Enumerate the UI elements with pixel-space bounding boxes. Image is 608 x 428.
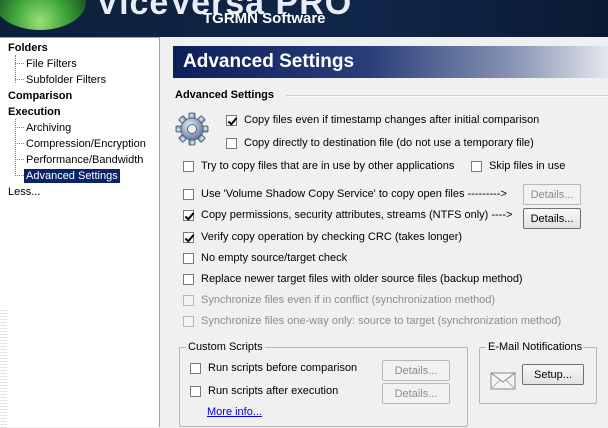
app-banner: ViceVersa PRO TGRMN Software <box>0 0 608 37</box>
verify-crc-checkbox[interactable] <box>183 231 194 243</box>
tree-item-subfolder-filters[interactable]: Subfolder Filters <box>26 73 106 87</box>
copy-directly-checkbox[interactable] <box>226 137 237 149</box>
vss-details-button[interactable]: Details... <box>523 184 581 205</box>
vss-option[interactable]: Use 'Volume Shadow Copy Service' to copy… <box>183 188 507 200</box>
tree-connector <box>15 79 24 80</box>
tree-scroll-track <box>0 308 7 428</box>
verify-crc-option[interactable]: Verify copy operation by checking CRC (t… <box>183 231 462 243</box>
sync-oneway-option: Synchronize files one-way only: source t… <box>183 315 561 327</box>
copy-timestamp-option[interactable]: Copy files even if timestamp changes aft… <box>226 114 539 126</box>
copy-in-use-checkbox[interactable] <box>183 160 194 172</box>
app-logo-icon <box>0 0 86 30</box>
tree-item-less[interactable]: Less... <box>8 185 40 199</box>
tree-item-execution[interactable]: Execution <box>8 105 61 119</box>
section-header: Advanced Settings <box>173 46 608 78</box>
sync-oneway-label: Synchronize files one-way only: source t… <box>201 315 562 327</box>
email-setup-button[interactable]: Setup... <box>522 364 584 385</box>
vss-checkbox[interactable] <box>183 188 194 200</box>
no-empty-check-checkbox[interactable] <box>183 252 194 264</box>
run-after-label: Run scripts after execution <box>208 385 339 397</box>
sync-conflict-checkbox <box>183 294 194 306</box>
custom-scripts-legend: Custom Scripts <box>186 341 265 353</box>
replace-newer-checkbox[interactable] <box>183 273 194 285</box>
verify-crc-label: Verify copy operation by checking CRC (t… <box>201 231 463 243</box>
sync-conflict-option: Synchronize files even if in conflict (s… <box>183 294 495 306</box>
copy-permissions-option[interactable]: Copy permissions, security attributes, s… <box>183 209 512 221</box>
tree-item-advanced-settings[interactable]: Advanced Settings <box>24 169 120 183</box>
tree-item-file-filters[interactable]: File Filters <box>26 57 77 71</box>
run-before-checkbox[interactable] <box>190 362 201 374</box>
group-divider <box>286 95 608 97</box>
copy-timestamp-label: Copy files even if timestamp changes aft… <box>244 114 540 126</box>
copy-directly-option[interactable]: Copy directly to destination file (do no… <box>226 137 534 149</box>
replace-newer-label: Replace newer target files with older so… <box>201 273 523 285</box>
email-notifications-group: E-Mail Notifications Setup... <box>479 341 597 404</box>
gear-icon <box>175 112 209 146</box>
group-title: Advanced Settings <box>175 89 275 101</box>
tree-connector <box>15 175 24 176</box>
more-info-link[interactable]: More info... <box>207 406 262 418</box>
no-empty-check-option[interactable]: No empty source/target check <box>183 252 347 264</box>
tree-connector <box>15 63 24 64</box>
no-empty-check-label: No empty source/target check <box>201 252 348 264</box>
email-notifications-legend: E-Mail Notifications <box>486 341 585 353</box>
replace-newer-option[interactable]: Replace newer target files with older so… <box>183 273 523 285</box>
settings-tree: Folders File Filters Subfolder Filters C… <box>0 37 160 428</box>
copy-permissions-checkbox[interactable] <box>183 209 194 221</box>
skip-in-use-label: Skip files in use <box>489 160 566 172</box>
copy-in-use-option[interactable]: Try to copy files that are in use by oth… <box>183 160 454 172</box>
company-name: TGRMN Software <box>203 10 326 27</box>
sync-conflict-label: Synchronize files even if in conflict (s… <box>201 294 496 306</box>
tree-item-archiving[interactable]: Archiving <box>26 121 71 135</box>
custom-scripts-group: Custom Scripts Run scripts before compar… <box>179 341 468 427</box>
settings-panel: Advanced Settings Advanced Settings Copy… <box>161 37 608 427</box>
run-before-label: Run scripts before comparison <box>208 362 358 374</box>
copy-timestamp-checkbox[interactable] <box>226 114 237 126</box>
tree-connector <box>15 143 24 144</box>
run-after-checkbox[interactable] <box>190 385 201 397</box>
run-after-option[interactable]: Run scripts after execution <box>190 385 338 397</box>
tree-item-comparison[interactable]: Comparison <box>8 89 72 103</box>
tree-item-compression[interactable]: Compression/Encryption <box>26 137 146 151</box>
vss-label: Use 'Volume Shadow Copy Service' to copy… <box>201 188 507 200</box>
after-details-button[interactable]: Details... <box>382 383 450 404</box>
skip-in-use-checkbox[interactable] <box>471 160 482 172</box>
tree-connector <box>15 127 24 128</box>
section-title: Advanced Settings <box>183 51 355 72</box>
copy-in-use-label: Try to copy files that are in use by oth… <box>201 160 455 172</box>
skip-in-use-option[interactable]: Skip files in use <box>471 160 565 172</box>
sync-oneway-checkbox <box>183 315 194 327</box>
tree-item-performance[interactable]: Performance/Bandwidth <box>26 153 143 167</box>
tree-connector <box>15 159 24 160</box>
envelope-icon <box>490 372 516 390</box>
tree-item-folders[interactable]: Folders <box>8 41 48 55</box>
copy-directly-label: Copy directly to destination file (do no… <box>244 137 534 149</box>
permissions-details-button[interactable]: Details... <box>523 208 581 229</box>
before-details-button[interactable]: Details... <box>382 360 450 381</box>
copy-permissions-label: Copy permissions, security attributes, s… <box>201 209 513 221</box>
run-before-option[interactable]: Run scripts before comparison <box>190 362 357 374</box>
